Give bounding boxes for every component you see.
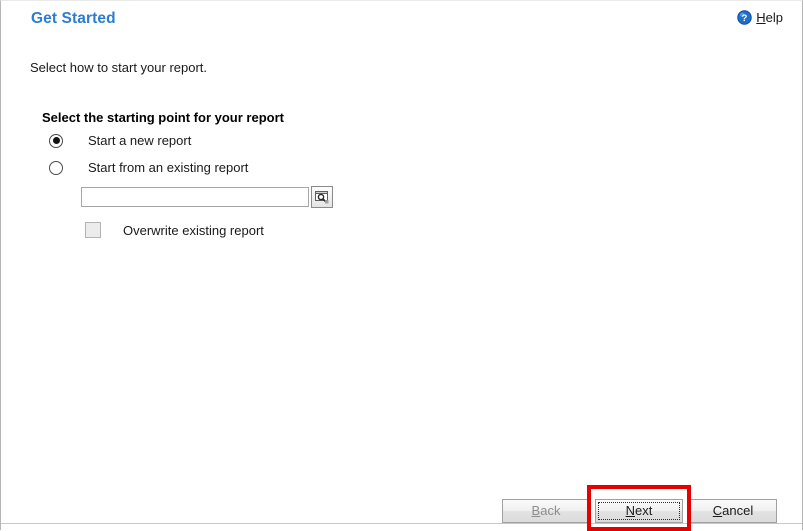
intro-text: Select how to start your report. [30, 60, 208, 75]
get-started-dialog: Get Started ? Help Select how to start y… [0, 0, 803, 531]
back-button-rest: ack [540, 503, 561, 518]
existing-report-picker [81, 186, 333, 208]
back-button[interactable]: Back [502, 499, 590, 523]
radio-label-start-from-existing-report: Start from an existing report [88, 160, 249, 175]
radio-option-start-new-report[interactable]: Start a new report [49, 133, 191, 148]
overwrite-existing-report-checkbox[interactable] [85, 222, 101, 238]
browse-search-icon [315, 191, 329, 204]
help-link[interactable]: ? Help [737, 10, 783, 25]
next-button-rest: ext [635, 503, 653, 518]
next-button[interactable]: Next [595, 499, 683, 523]
next-button-text: Next [626, 503, 653, 518]
footer-separator [1, 523, 802, 524]
cancel-button-text: Cancel [713, 503, 753, 518]
back-button-accel: B [531, 503, 541, 518]
browse-report-button[interactable] [311, 186, 333, 208]
cancel-button[interactable]: Cancel [689, 499, 777, 523]
cancel-button-accel: C [712, 503, 723, 518]
next-button-accel: N [625, 503, 636, 518]
svg-text:?: ? [742, 13, 748, 23]
radio-label-start-new-report: Start a new report [88, 133, 192, 148]
help-label: Help [756, 10, 783, 25]
back-button-text: Back [532, 503, 561, 518]
help-circle-icon: ? [737, 10, 752, 25]
radio-button-start-new-report[interactable] [49, 133, 63, 148]
overwrite-existing-report-label: Overwrite existing report [123, 222, 264, 238]
section-heading: Select the starting point for your repor… [42, 110, 284, 125]
cancel-button-rest: ancel [722, 503, 754, 518]
help-label-accel: H [756, 10, 766, 25]
radio-option-start-from-existing-report[interactable]: Start from an existing report [49, 160, 248, 175]
radio-button-start-from-existing-report[interactable] [49, 160, 63, 175]
help-label-rest: elp [765, 10, 783, 25]
page-title: Get Started [31, 10, 116, 27]
existing-report-input[interactable] [81, 187, 309, 207]
overwrite-existing-report-row[interactable]: Overwrite existing report [85, 222, 264, 238]
